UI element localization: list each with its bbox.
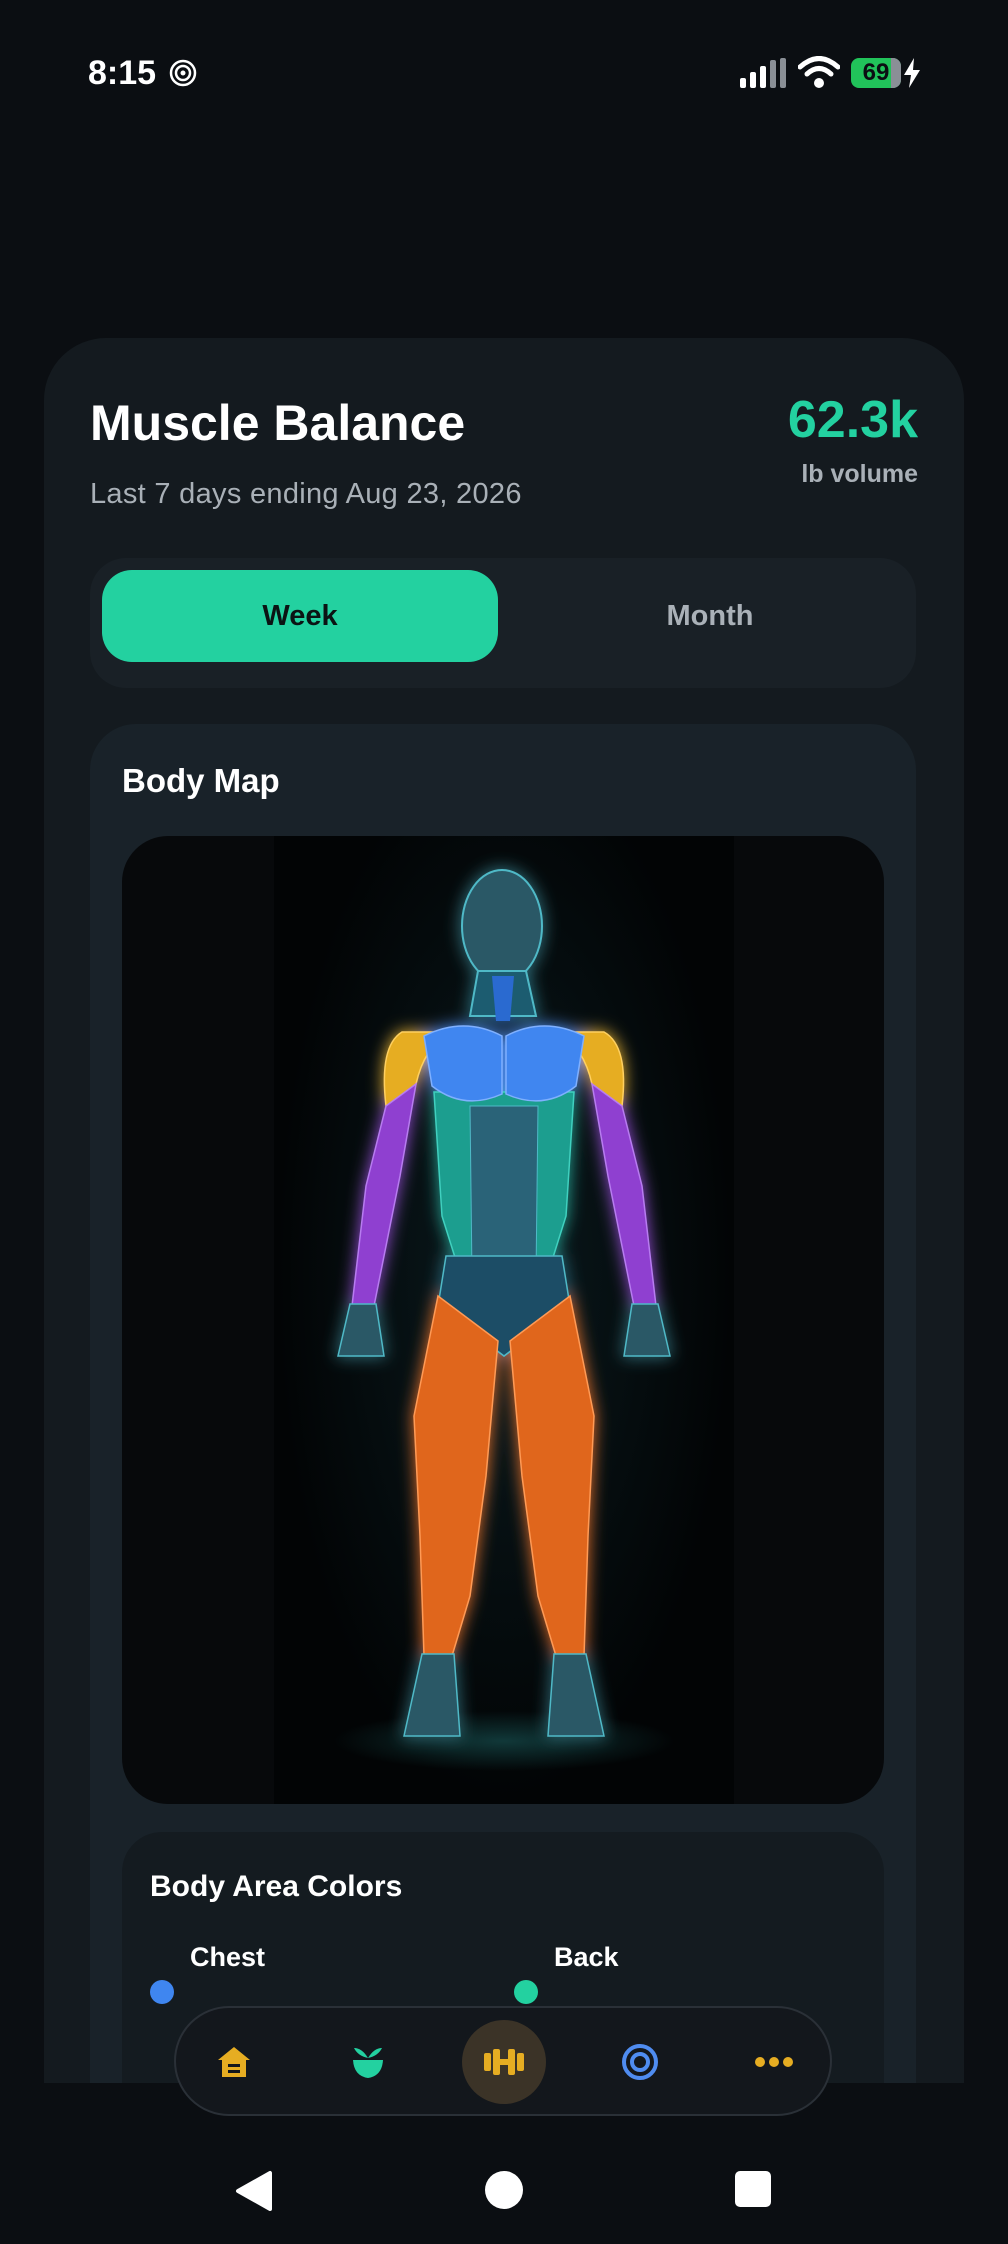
tab-nutrition[interactable] [326, 2020, 410, 2104]
status-time: 8:15 [88, 54, 157, 92]
bottom-tab-bar [174, 2006, 832, 2116]
focus-icon [169, 59, 197, 87]
recents-icon[interactable] [734, 2170, 772, 2208]
muscle-balance-card: Muscle Balance Last 7 days ending Aug 23… [44, 338, 964, 2132]
more-icon [755, 2057, 793, 2067]
tab-goals[interactable] [598, 2020, 682, 2104]
tab-home[interactable] [192, 2020, 276, 2104]
home-icon [218, 2047, 250, 2077]
system-nav-bar [0, 2150, 1008, 2244]
body-map-figure [274, 836, 734, 1804]
week-tab[interactable]: Week [102, 570, 498, 662]
target-icon [622, 2044, 658, 2080]
nutrition-icon [353, 2048, 383, 2078]
legend-dot-back [514, 1980, 538, 2004]
tab-workouts[interactable] [462, 2020, 546, 2104]
body-map-image-frame [122, 836, 884, 1804]
legend-label-back: Back [554, 1942, 619, 1972]
volume-unit-label: lb volume [801, 460, 918, 488]
legend-label-chest: Chest [190, 1942, 266, 1972]
body-map-title: Body Map [122, 762, 280, 799]
signal-icon [740, 58, 786, 88]
charging-bolt-icon [904, 58, 920, 88]
date-range-subtitle: Last 7 days ending Aug 23, 2026 [90, 478, 522, 510]
month-tab[interactable]: Month [512, 570, 908, 662]
battery-icon: 69 [851, 58, 901, 88]
tab-more[interactable] [732, 2020, 816, 2104]
legend-title: Body Area Colors [150, 1870, 403, 1903]
home-circle-icon[interactable] [484, 2170, 524, 2210]
period-toggle: Week Month [90, 558, 916, 688]
back-icon[interactable] [234, 2170, 274, 2212]
wifi-icon [798, 56, 840, 88]
body-map-section: Body Map Body Area Colors Chest Back [90, 724, 916, 2132]
volume-value: 62.3k [787, 391, 918, 449]
battery-level: 69 [862, 59, 890, 86]
anatomy-figure-icon [334, 869, 674, 1771]
page-title: Muscle Balance [90, 395, 466, 451]
dumbbell-icon [484, 2049, 524, 2075]
status-bar: 8:15 69 [0, 0, 1008, 150]
legend-dot-chest [150, 1980, 174, 2004]
